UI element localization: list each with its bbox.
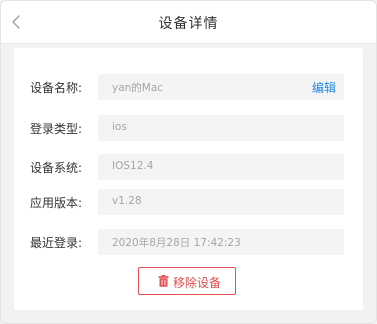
last-login-field: 2020年8月28日 17:42:23 bbox=[98, 229, 344, 255]
trash-icon bbox=[158, 275, 169, 287]
device-system-row: 设备系统: IOS12.4 bbox=[14, 154, 363, 180]
nav-bar: 设备详情 bbox=[1, 1, 376, 44]
app-version-label: 应用版本: bbox=[30, 196, 83, 210]
device-system-label: 设备系统: bbox=[30, 161, 83, 175]
device-name-row: 设备名称: yan的Mac 编辑 bbox=[14, 74, 363, 100]
device-name-value: yan的Mac bbox=[112, 82, 164, 94]
last-login-label: 最近登录: bbox=[30, 236, 83, 250]
device-detail-card: 设备名称: yan的Mac 编辑 登录类型: ios 设备系统: IOS12.4… bbox=[14, 48, 363, 310]
device-name-label: 设备名称: bbox=[30, 81, 83, 95]
login-type-label: 登录类型: bbox=[30, 122, 83, 136]
page-title: 设备详情 bbox=[158, 16, 219, 32]
remove-device-label: 移除设备 bbox=[173, 276, 222, 290]
last-login-row: 最近登录: 2020年8月28日 17:42:23 bbox=[14, 229, 363, 255]
device-name-field: yan的Mac 编辑 bbox=[98, 74, 344, 100]
last-login-value: 2020年8月28日 17:42:23 bbox=[112, 237, 241, 249]
login-type-field: ios bbox=[98, 115, 344, 141]
app-version-row: 应用版本: v1.28 bbox=[14, 189, 363, 215]
edit-name-link[interactable]: 编辑 bbox=[312, 79, 336, 96]
login-type-row: 登录类型: ios bbox=[14, 115, 363, 141]
device-system-field: IOS12.4 bbox=[98, 154, 344, 180]
app-version-field: v1.28 bbox=[98, 189, 344, 215]
login-type-value: ios bbox=[112, 121, 127, 133]
remove-device-button[interactable]: 移除设备 bbox=[138, 267, 236, 295]
app-version-value: v1.28 bbox=[112, 195, 142, 207]
app-window: 设备详情 设备名称: yan的Mac 编辑 登录类型: ios 设备系统: IO… bbox=[0, 0, 377, 324]
device-system-value: IOS12.4 bbox=[112, 160, 154, 172]
